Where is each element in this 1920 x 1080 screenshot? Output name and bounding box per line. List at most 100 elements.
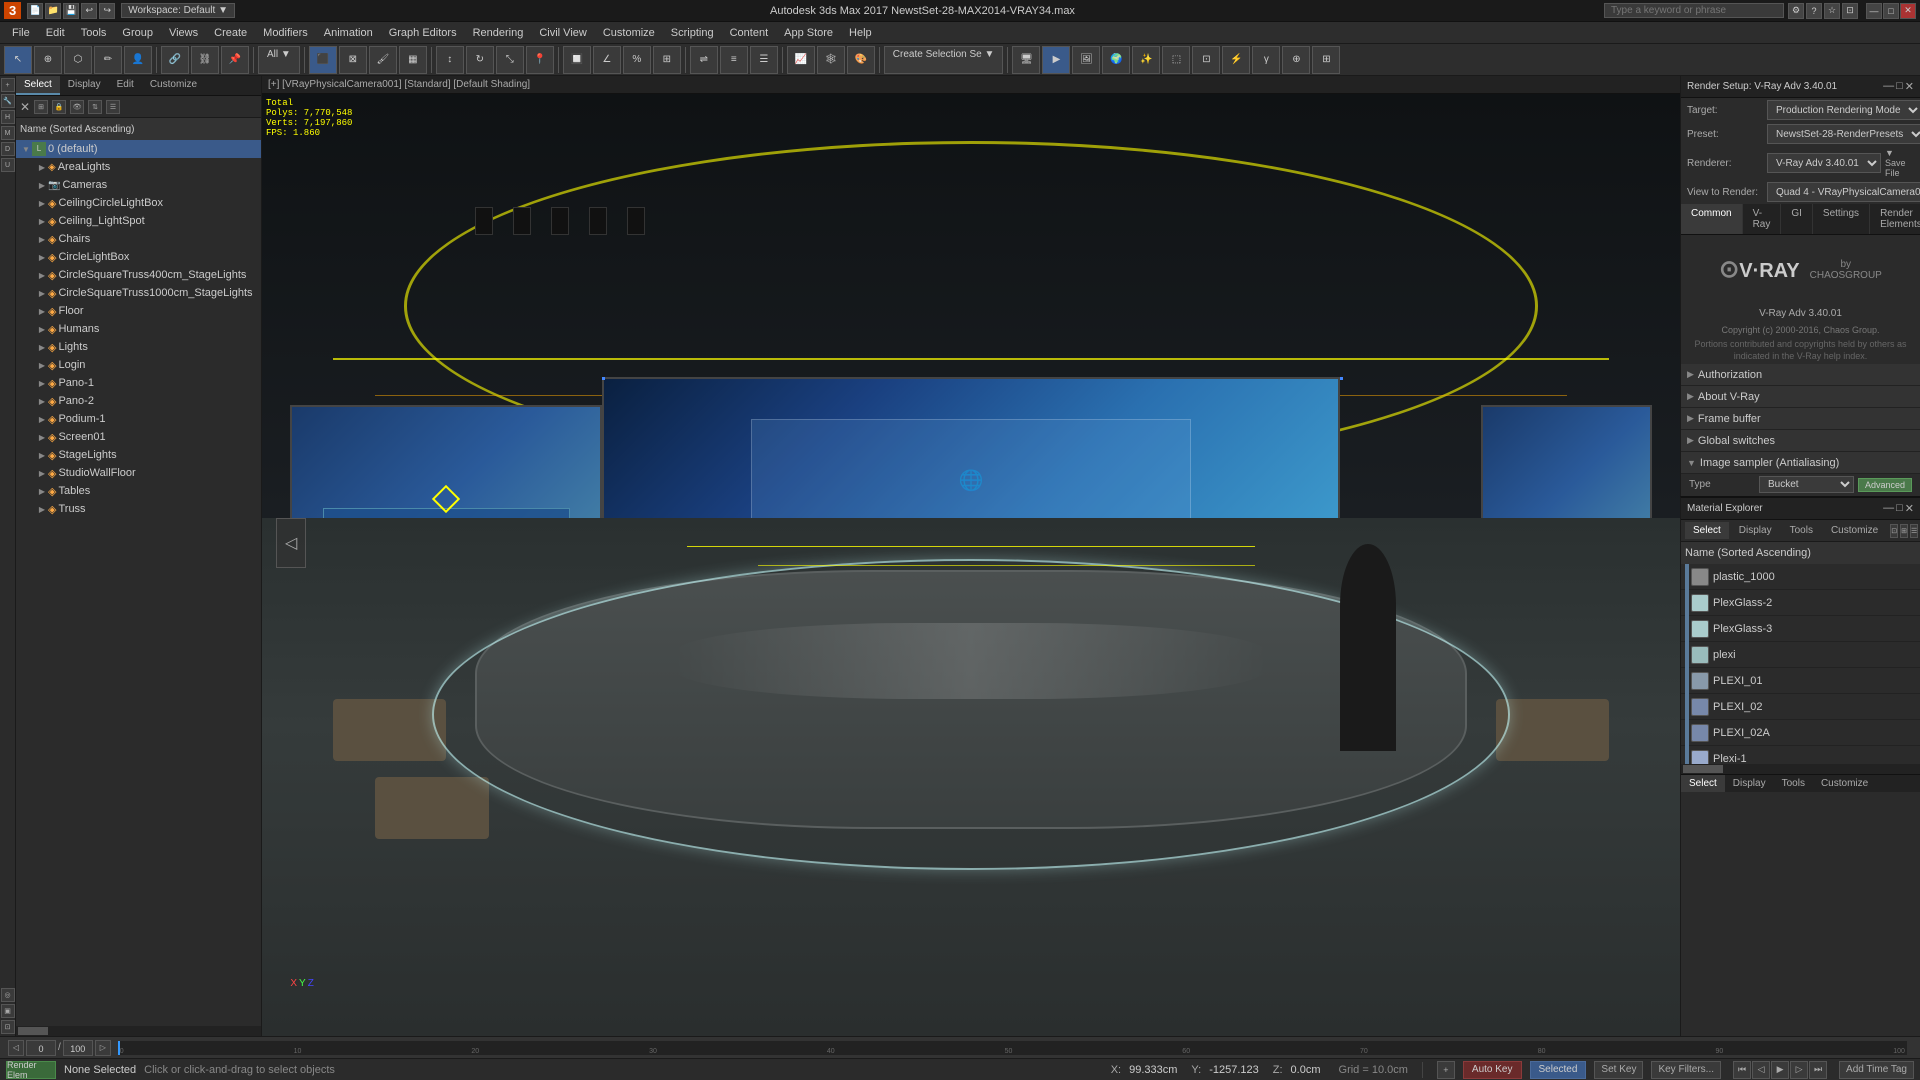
expand-ceilingspot[interactable]: ▶: [36, 215, 48, 227]
render-tab-vray[interactable]: V-Ray: [1743, 204, 1782, 234]
expand-stagelights[interactable]: ▶: [36, 449, 48, 461]
scene-icon4[interactable]: ⇅: [88, 100, 102, 114]
type-dropdown[interactable]: Bucket: [1759, 476, 1854, 493]
save-file-btn[interactable]: ▼ Save File: [1885, 148, 1914, 178]
tb-open[interactable]: 📁: [45, 3, 61, 19]
mat-item-plexi01[interactable]: PLEXI_01: [1681, 668, 1920, 694]
lt-create[interactable]: +: [1, 78, 15, 92]
tb-rotate[interactable]: ↻: [466, 46, 494, 74]
tb-align[interactable]: ≡: [720, 46, 748, 74]
view-dropdown[interactable]: Quad 4 - VRayPhysicalCamera001: [1767, 182, 1920, 202]
tree-item-pano2[interactable]: ▶ ◈ Pano-2: [16, 392, 261, 410]
expand-cst1000[interactable]: ▶: [36, 287, 48, 299]
lt-bottom-2[interactable]: ▣: [1, 1004, 15, 1018]
mat-close-btn[interactable]: ✕: [1905, 502, 1914, 515]
menu-help[interactable]: Help: [841, 25, 880, 41]
tb-freeform[interactable]: ⊕: [34, 46, 62, 74]
scene-tab-select[interactable]: Select: [16, 76, 60, 95]
menu-create[interactable]: Create: [206, 25, 255, 41]
create-selection-btn[interactable]: Create Selection Se ▼: [884, 46, 1004, 74]
frame-start-input[interactable]: 0: [26, 1040, 56, 1056]
menu-views[interactable]: Views: [161, 25, 206, 41]
scene-icon3[interactable]: 👁: [70, 100, 84, 114]
advanced-btn[interactable]: Advanced: [1858, 478, 1912, 492]
tb-all-dropdown[interactable]: All ▼: [258, 46, 300, 74]
tree-item-humans[interactable]: ▶ ◈ Humans: [16, 320, 261, 338]
lt-hierarchy[interactable]: H: [1, 110, 15, 124]
tb-redo[interactable]: ↪: [99, 3, 115, 19]
about-section[interactable]: ▶ About V-Ray: [1681, 386, 1920, 408]
tb-unlink[interactable]: ⛓: [191, 46, 219, 74]
mat-icon1[interactable]: ⊡: [1890, 524, 1898, 538]
mat-item-plastic1000[interactable]: plastic_1000: [1681, 564, 1920, 590]
tb-link[interactable]: 🔗: [161, 46, 189, 74]
menu-file[interactable]: File: [4, 25, 38, 41]
expand-podium[interactable]: ▶: [36, 413, 48, 425]
mat-icon2[interactable]: ⊞: [1900, 524, 1908, 538]
tree-item-circlelightbox[interactable]: ▶ ◈ CircleLightBox: [16, 248, 261, 266]
menu-civil-view[interactable]: Civil View: [531, 25, 594, 41]
search-input[interactable]: [1604, 3, 1784, 18]
tb-env[interactable]: 🌍: [1102, 46, 1130, 74]
scene-tab-edit[interactable]: Edit: [109, 76, 142, 95]
pb-play[interactable]: ▶: [1771, 1061, 1789, 1079]
pb-skip-end[interactable]: ⏭: [1809, 1061, 1827, 1079]
set-key-btn[interactable]: Set Key: [1594, 1061, 1643, 1079]
tb-scale[interactable]: ⤡: [496, 46, 524, 74]
mat-item-plexi02[interactable]: PLEXI_02: [1681, 694, 1920, 720]
tb-obj-paint[interactable]: ✏: [94, 46, 122, 74]
timeline-prev[interactable]: ◁: [8, 1040, 24, 1056]
tb-render-scene[interactable]: 🖥: [1012, 46, 1040, 74]
mat-tab-tools[interactable]: Tools: [1782, 522, 1821, 539]
expand-floor[interactable]: ▶: [36, 305, 48, 317]
timeline-track[interactable]: 0 10 20 30 40 50 60 70 80 90 100: [117, 1040, 1908, 1056]
pb-skip-start[interactable]: ⏮: [1733, 1061, 1751, 1079]
tb-quick-render[interactable]: ▶: [1042, 46, 1070, 74]
menu-rendering[interactable]: Rendering: [465, 25, 532, 41]
win-minimize[interactable]: —: [1866, 3, 1882, 19]
image-sampler-section[interactable]: ▼ Image sampler (Antialiasing): [1681, 452, 1920, 474]
render-tab-elements[interactable]: Render Elements: [1870, 204, 1920, 234]
menu-graph-editors[interactable]: Graph Editors: [381, 25, 465, 41]
menu-modifiers[interactable]: Modifiers: [255, 25, 316, 41]
auto-key-btn[interactable]: Auto Key: [1463, 1061, 1522, 1079]
lt-utilities[interactable]: U: [1, 158, 15, 172]
tb-snap-opts[interactable]: ⊞: [653, 46, 681, 74]
mat-tab-select[interactable]: Select: [1685, 522, 1729, 539]
mat-bot-tab-tools[interactable]: Tools: [1774, 775, 1813, 792]
tb-bake[interactable]: ⊡: [1192, 46, 1220, 74]
mat-item-plexi02a[interactable]: PLEXI_02A: [1681, 720, 1920, 746]
tree-item-podium[interactable]: ▶ ◈ Podium-1: [16, 410, 261, 428]
render-tab-settings[interactable]: Settings: [1813, 204, 1870, 234]
menu-animation[interactable]: Animation: [316, 25, 381, 41]
tree-item-root[interactable]: ▼ L 0 (default): [16, 140, 261, 158]
expand-ceilingcircle[interactable]: ▶: [36, 197, 48, 209]
render-max-btn[interactable]: □: [1896, 80, 1903, 93]
menu-scripting[interactable]: Scripting: [663, 25, 722, 41]
lt-modify[interactable]: 🔧: [1, 94, 15, 108]
tree-item-arealights[interactable]: ▶ ◈ AreaLights: [16, 158, 261, 176]
expand-icon[interactable]: ▼: [20, 143, 32, 155]
tb-curve-editor[interactable]: 📈: [787, 46, 815, 74]
tree-item-tables[interactable]: ▶ ◈ Tables: [16, 482, 261, 500]
expand-arealights[interactable]: ▶: [36, 161, 48, 173]
tb-select-mode[interactable]: ↖: [4, 46, 32, 74]
expand-pano1[interactable]: ▶: [36, 377, 48, 389]
tb-schematic[interactable]: 🕸: [817, 46, 845, 74]
tree-item-login[interactable]: ▶ ◈ Login: [16, 356, 261, 374]
tb-transform[interactable]: ↕: [436, 46, 464, 74]
tree-item-cst400[interactable]: ▶ ◈ CircleSquareTruss400cm_StageLights: [16, 266, 261, 284]
menu-tools[interactable]: Tools: [73, 25, 115, 41]
mat-item-plexglass2[interactable]: PlexGlass-2: [1681, 590, 1920, 616]
key-filters-btn[interactable]: Key Filters...: [1651, 1061, 1721, 1079]
tree-item-ceilingcircle[interactable]: ▶ ◈ CeilingCircleLightBox: [16, 194, 261, 212]
nav-prev[interactable]: ◁: [276, 518, 306, 568]
scene-scrollbar[interactable]: [18, 1027, 48, 1035]
frame-end-input[interactable]: 100: [63, 1040, 93, 1056]
add-time-icon[interactable]: +: [1437, 1061, 1455, 1079]
viewport-canvas[interactable]: 🌐: [262, 94, 1680, 1036]
mat-bot-tab-select[interactable]: Select: [1681, 775, 1725, 792]
title-icon-2[interactable]: ?: [1806, 3, 1822, 19]
title-icon-4[interactable]: ⊡: [1842, 3, 1858, 19]
mat-icon3[interactable]: ☰: [1910, 524, 1918, 538]
